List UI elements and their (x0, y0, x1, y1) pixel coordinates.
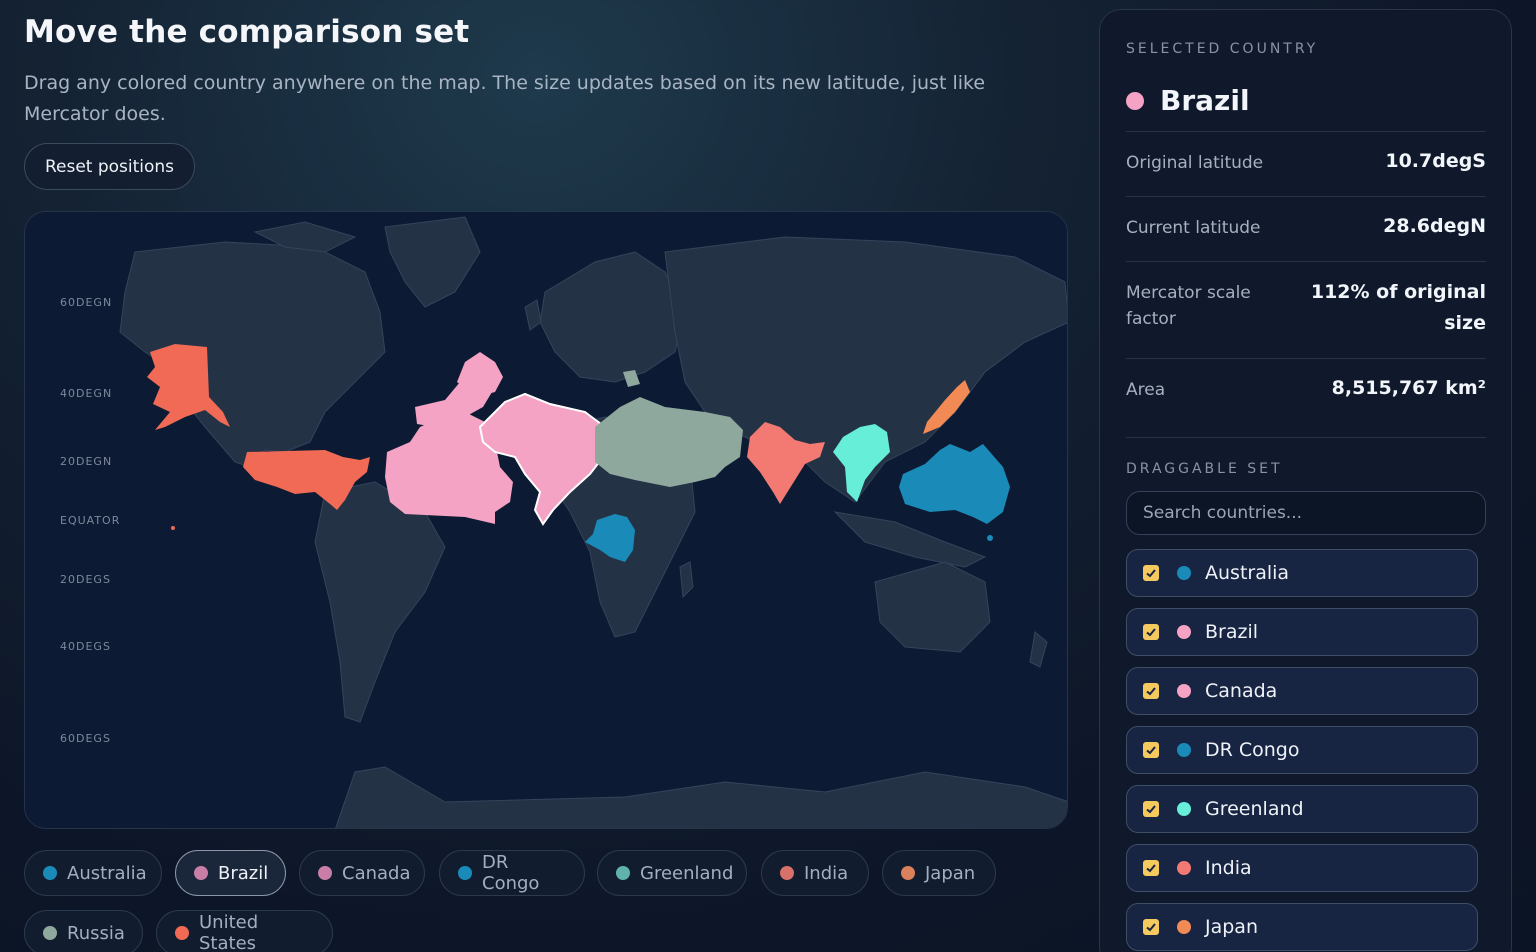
chip-australia[interactable]: Australia (24, 850, 162, 896)
color-dot-icon (1177, 625, 1191, 639)
checkbox-checked-icon[interactable] (1143, 742, 1159, 758)
list-item-label: Australia (1205, 562, 1290, 584)
checkbox-checked-icon[interactable] (1143, 860, 1159, 876)
world-map[interactable]: 60DEGN 40DEGN 20DEGN EQUATOR 20DEGS 40DE… (24, 211, 1068, 829)
reset-positions-button[interactable]: Reset positions (24, 143, 195, 190)
detail-value: 112% of original size (1310, 281, 1486, 334)
chip-india[interactable]: India (761, 850, 869, 896)
chip-label: Russia (67, 922, 125, 944)
list-item-brazil[interactable]: Brazil (1126, 608, 1478, 656)
checkbox-checked-icon[interactable] (1143, 801, 1159, 817)
chip-label: Australia (67, 862, 147, 884)
color-dot-icon (43, 866, 57, 880)
list-item-greenland[interactable]: Greenland (1126, 785, 1478, 833)
chip-label: Greenland (640, 862, 734, 884)
latitude-label-40n: 40DEGN (60, 387, 113, 400)
detail-value: 28.6degN (1383, 215, 1486, 237)
detail-row-mercator-scale: Mercator scale factor 112% of original s… (1126, 261, 1486, 358)
latitude-label-20s: 20DEGS (60, 573, 111, 586)
list-item-canada[interactable]: Canada (1126, 667, 1478, 715)
map-canvas (25, 212, 1067, 828)
checkbox-checked-icon[interactable] (1143, 565, 1159, 581)
country-search-input[interactable] (1126, 491, 1486, 535)
latitude-label-60s: 60DEGS (60, 732, 111, 745)
island-hawaii (171, 526, 175, 530)
list-item-label: Canada (1205, 680, 1278, 702)
color-dot-icon (194, 866, 208, 880)
detail-row-current-latitude: Current latitude 28.6degN (1126, 196, 1486, 262)
list-item-label: India (1205, 857, 1252, 879)
color-dot-icon (1177, 743, 1191, 757)
latitude-label-40s: 40DEGS (60, 640, 111, 653)
chip-united-states[interactable]: United States (156, 910, 333, 952)
list-item-label: Brazil (1205, 621, 1259, 643)
detail-key: Mercator scale factor (1126, 283, 1251, 329)
chip-brazil[interactable]: Brazil (175, 850, 286, 896)
chip-greenland[interactable]: Greenland (597, 850, 747, 896)
chip-label: DR Congo (482, 852, 540, 894)
color-dot-icon (175, 926, 189, 940)
color-dot-icon (780, 866, 794, 880)
color-dot-icon (1177, 684, 1191, 698)
chip-canada[interactable]: Canada (299, 850, 425, 896)
chip-label: Japan (925, 862, 976, 884)
chip-label: India (804, 862, 849, 884)
selected-country-heading: SELECTED COUNTRY (1126, 41, 1319, 57)
color-dot-icon (318, 866, 332, 880)
detail-key: Area (1126, 380, 1166, 400)
selected-country-name: Brazil (1126, 84, 1250, 117)
color-dot-icon (1177, 802, 1191, 816)
detail-value: 8,515,767 km² (1331, 377, 1486, 399)
color-dot-icon (1177, 861, 1191, 875)
list-item-dr-congo[interactable]: DR Congo (1126, 726, 1478, 774)
detail-key: Current latitude (1126, 218, 1261, 238)
list-item-india[interactable]: India (1126, 844, 1478, 892)
page-title: Move the comparison set (24, 14, 470, 50)
list-item-label: Japan (1205, 916, 1258, 938)
chip-label: Brazil (218, 862, 269, 884)
details-sidebar: SELECTED COUNTRY Brazil Original latitud… (1099, 9, 1512, 952)
color-dot-icon (616, 866, 630, 880)
list-item-label: DR Congo (1205, 739, 1300, 761)
selected-country-label: Brazil (1160, 84, 1250, 117)
detail-row-area: Area 8,515,767 km² (1126, 358, 1486, 438)
latitude-label-60n: 60DEGN (60, 296, 113, 309)
latitude-label-equator: EQUATOR (60, 514, 121, 527)
chip-label: United States (199, 912, 259, 952)
checkbox-checked-icon[interactable] (1143, 919, 1159, 935)
detail-value: 10.7degS (1385, 150, 1486, 172)
color-dot-icon (1177, 566, 1191, 580)
detail-key: Original latitude (1126, 153, 1264, 173)
list-item-label: Greenland (1205, 798, 1304, 820)
draggable-set-heading: DRAGGABLE SET (1126, 461, 1283, 477)
color-dot-icon (458, 866, 472, 880)
chip-japan[interactable]: Japan (882, 850, 996, 896)
chip-dr-congo[interactable]: DR Congo (439, 850, 585, 896)
island-pacific (987, 535, 993, 541)
detail-row-original-latitude: Original latitude 10.7degS (1126, 131, 1486, 197)
checkbox-checked-icon[interactable] (1143, 624, 1159, 640)
chip-russia[interactable]: Russia (24, 910, 143, 952)
chip-label: Canada (342, 862, 411, 884)
color-dot-icon (1177, 920, 1191, 934)
list-item-japan[interactable]: Japan (1126, 903, 1478, 951)
latitude-label-20n: 20DEGN (60, 455, 113, 468)
checkbox-checked-icon[interactable] (1143, 683, 1159, 699)
page-subtitle: Drag any colored country anywhere on the… (24, 72, 986, 125)
color-dot-icon (43, 926, 57, 940)
list-item-australia[interactable]: Australia (1126, 549, 1478, 597)
color-dot-icon (901, 866, 915, 880)
color-dot-icon (1126, 91, 1144, 110)
